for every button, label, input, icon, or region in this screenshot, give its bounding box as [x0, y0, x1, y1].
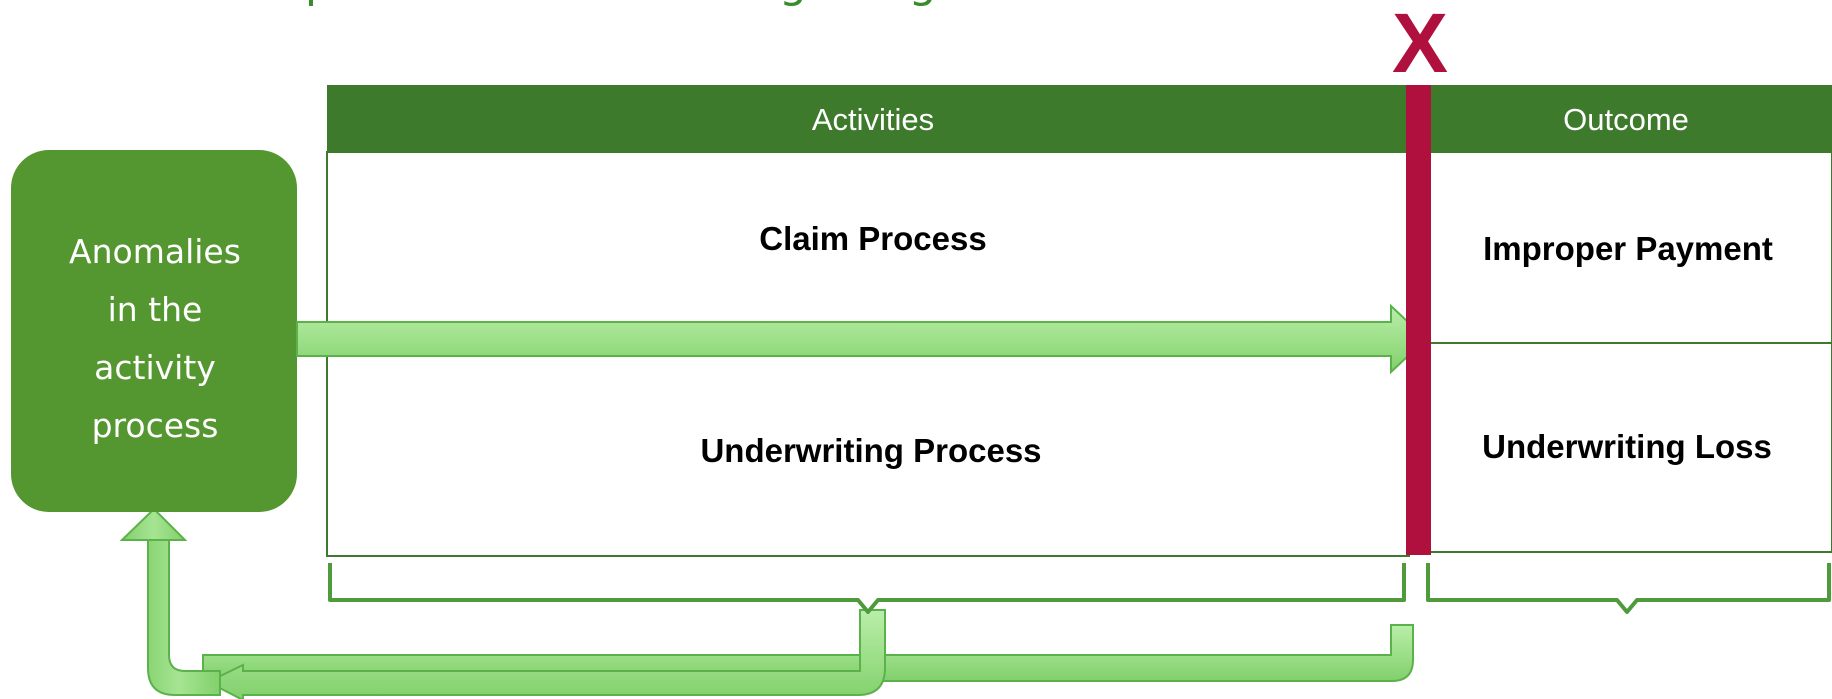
outcome-heading: Outcome — [1563, 102, 1689, 137]
slide-stage: possible. We call this getting “Left of … — [0, 0, 1832, 699]
activity-claim-process: Claim Process — [759, 220, 986, 257]
outcome-improper-payment: Improper Payment — [1483, 230, 1773, 267]
anomalies-line-3: activity — [94, 348, 216, 387]
return-arrow-head — [119, 507, 188, 541]
anomalies-box — [11, 150, 297, 512]
activities-heading: Activities — [812, 102, 934, 137]
outcome-body — [1429, 151, 1832, 553]
x-mark: X — [1392, 0, 1448, 90]
top-caption: possible. We call this getting “Left of … — [305, 0, 1192, 8]
x-line — [1406, 85, 1431, 555]
left-of-x-diagram: possible. We call this getting “Left of … — [11, 0, 1832, 699]
outcome-bracket — [1426, 563, 1831, 614]
activities-bracket — [328, 563, 1406, 614]
anomalies-line-4: process — [92, 406, 219, 445]
anomalies-line-2: in the — [108, 290, 203, 329]
outcome-underwriting-loss: Underwriting Loss — [1482, 428, 1772, 465]
activity-underwriting-process: Underwriting Process — [700, 432, 1041, 469]
anomalies-line-1: Anomalies — [69, 232, 241, 271]
